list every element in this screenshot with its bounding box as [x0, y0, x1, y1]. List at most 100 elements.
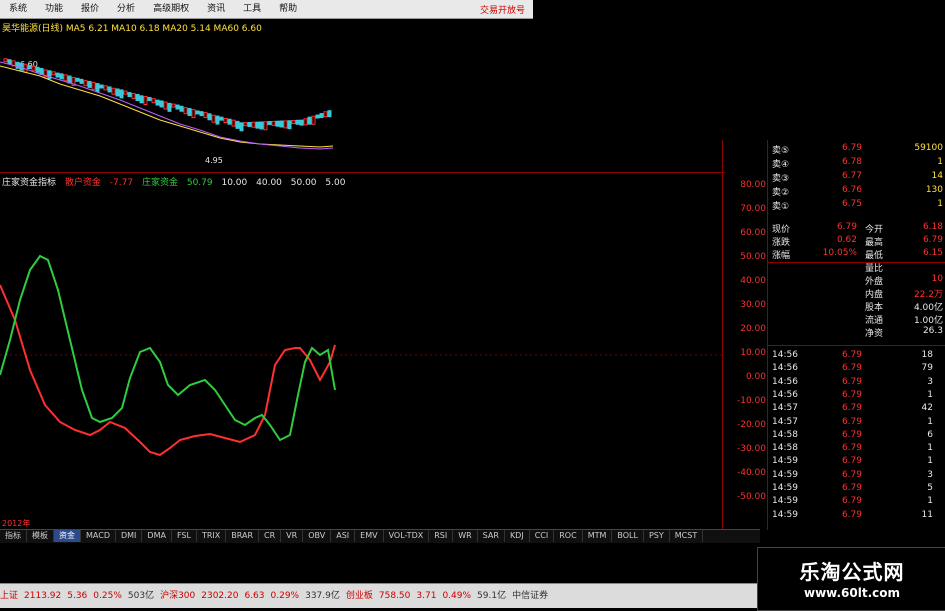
tick-volume: 5 [927, 483, 933, 493]
tick-time: 14:58 [772, 429, 798, 440]
menu-item-news[interactable]: 资讯 [198, 0, 234, 18]
tick-price: 6.79 [841, 496, 862, 507]
tick-volume: 1 [927, 456, 933, 467]
status-item: 503亿 [127, 591, 155, 601]
menu-item-options[interactable]: 高级期权 [144, 0, 198, 18]
status-item: 上证 [0, 591, 19, 601]
trade-button[interactable]: 交易开放号 [480, 3, 533, 16]
quote-value: 0.62 [836, 235, 857, 245]
axis-tick-label: 40.00 [740, 276, 766, 286]
orderbook-price: 6.76 [841, 185, 862, 195]
tick-volume: 6 [927, 429, 933, 440]
indicator-tab[interactable]: ASI [331, 530, 356, 542]
quote-value-right: 6.79 [922, 235, 943, 245]
menu-item-tools[interactable]: 工具 [234, 0, 270, 18]
orderbook-price: 6.77 [841, 171, 862, 181]
quote-value-right: 6.15 [922, 248, 943, 258]
indicator-tab[interactable]: MTM [583, 530, 613, 542]
tick-volume: 1 [927, 416, 933, 427]
candle [303, 118, 308, 126]
candle [283, 120, 288, 129]
axis-tick-label: 20.00 [740, 324, 766, 334]
candle [179, 105, 184, 112]
indicator-tab[interactable]: BRAR [226, 530, 260, 542]
indicator-level-2: 40.00 [256, 178, 282, 188]
tick-volume: 3 [927, 469, 933, 480]
indicator-tab[interactable]: DMI [116, 530, 143, 542]
candle [171, 103, 176, 108]
axis-tick-label: -30.00 [736, 444, 766, 454]
indicator-tab[interactable]: RSI [429, 530, 454, 542]
candle [207, 113, 212, 121]
candle [311, 115, 316, 125]
status-item: 6.63 [244, 591, 265, 601]
quote-value-right: 1.00亿 [913, 316, 943, 326]
indicator-tab[interactable]: VOL-TDX [384, 530, 430, 542]
kline-chart[interactable] [0, 38, 533, 168]
indicator-tab[interactable]: 资金 [54, 530, 81, 542]
candles-group [3, 58, 332, 132]
candle [227, 118, 232, 125]
indicator-tab[interactable]: OBV [303, 530, 332, 542]
indicator-tab[interactable]: CCI [530, 530, 555, 542]
tick-volume: 3 [927, 376, 933, 387]
retail-fund-line [0, 284, 336, 457]
candle [247, 121, 252, 127]
menu-item-quote[interactable]: 报价 [72, 0, 108, 18]
indicator-tab[interactable]: SAR [478, 530, 505, 542]
indicator-tab[interactable]: TRIX [197, 530, 227, 542]
axis-tick-label: -10.00 [736, 396, 766, 406]
indicator-tab[interactable]: BOLL [612, 530, 644, 542]
indicator-tab[interactable]: DMA [142, 530, 172, 542]
tick-time: 14:59 [772, 456, 798, 467]
status-item: 0.49% [442, 591, 472, 601]
indicator-tab[interactable]: WR [453, 530, 478, 542]
quote-value: 10.05% [822, 248, 857, 258]
indicator-tab[interactable]: 指标 [0, 530, 27, 542]
indicator-tab[interactable]: MCST [670, 530, 704, 542]
indicator-tab[interactable]: FSL [172, 530, 197, 542]
indicator-level-3: 50.00 [290, 178, 317, 188]
indicator-tab[interactable]: VR [281, 530, 304, 542]
quote-label-right: 内盘 [865, 290, 884, 300]
candle [135, 93, 140, 101]
candle [87, 80, 92, 88]
quote-value-right: 4.00亿 [913, 303, 943, 313]
tick-time: 14:56 [772, 350, 798, 360]
candle [187, 108, 192, 117]
indicator-tab[interactable]: EMV [355, 530, 384, 542]
axis-tick-label: 50.00 [740, 252, 766, 262]
candle [83, 80, 88, 87]
quote-label: 涨跌 [772, 238, 791, 248]
menu-item-analysis[interactable]: 分析 [108, 0, 144, 18]
candle [7, 59, 12, 65]
candle [27, 65, 32, 70]
indicator-chart[interactable] [0, 190, 725, 520]
quote-label-right: 外盘 [865, 277, 884, 287]
status-item: 2302.20 [201, 591, 239, 601]
candle [263, 121, 268, 131]
candle [299, 119, 304, 126]
quote-divider [767, 262, 945, 263]
candle [103, 85, 108, 91]
menu-item-function[interactable]: 功能 [36, 0, 72, 18]
candle [267, 121, 272, 126]
indicator-tab[interactable]: 模板 [27, 530, 54, 542]
indicator-tab[interactable]: MACD [81, 530, 116, 542]
tick-price: 6.79 [841, 350, 862, 360]
indicator-tab[interactable]: ROC [554, 530, 583, 542]
candle [51, 71, 56, 76]
quote-label: 现价 [772, 225, 791, 235]
indicator-header: 庄家资金指标 散户资金 -7.77 庄家资金 50.79 10.00 40.00… [2, 175, 351, 188]
indicator-tab[interactable]: PSY [644, 530, 670, 542]
candle [123, 90, 128, 95]
tick-price: 6.79 [841, 443, 862, 454]
indicator-level-1: 10.00 [221, 178, 248, 188]
indicator-tab[interactable]: CR [259, 530, 282, 542]
orderbook-label: 卖③ [772, 174, 790, 184]
menu-item-system[interactable]: 系统 [0, 0, 36, 18]
menu-item-help[interactable]: 帮助 [270, 0, 306, 18]
quote-label-right: 最高 [865, 238, 884, 248]
candle [67, 75, 72, 84]
indicator-tab[interactable]: KDJ [505, 530, 530, 542]
